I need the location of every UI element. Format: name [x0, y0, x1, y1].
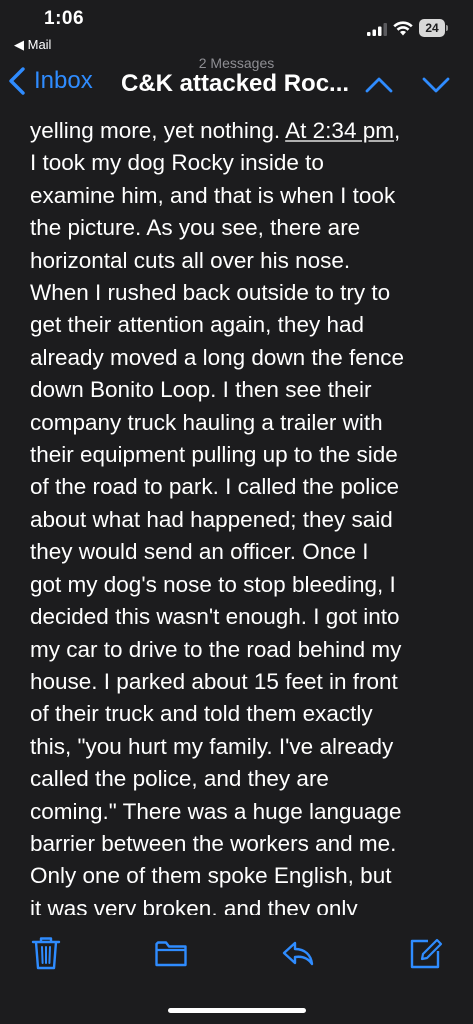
battery-icon: 24 [419, 19, 449, 37]
move-to-folder-button[interactable] [154, 935, 188, 971]
compose-icon [410, 938, 443, 969]
body-line: about what had happened; they said [30, 506, 393, 532]
body-line: yelling more, yet nothing. At 2:34 pm, [30, 118, 401, 143]
cellular-signal-icon [367, 23, 387, 36]
body-line: down Bonito Loop. I then see their [30, 377, 372, 403]
body-line: the picture. As you see, there are [30, 215, 361, 241]
home-indicator[interactable] [168, 1008, 306, 1013]
previous-message-chevron-up-icon[interactable] [364, 74, 394, 96]
body-line: Only one of them spoke English, but [30, 863, 392, 889]
body-line: they would send an officer. Once I [30, 539, 369, 565]
body-line: horizontal cuts all over his nose. [30, 247, 351, 273]
body-line: this, "you hurt my family. I've already [30, 733, 394, 759]
inbox-back-label: Inbox [34, 67, 93, 94]
body-line: of their truck and told them exactly [30, 701, 373, 727]
body-line: my car to drive to the road behind my [30, 636, 402, 662]
body-line: of the road to park. I called the police [30, 474, 399, 500]
body-line: I took my dog Rocky inside to [30, 150, 324, 176]
delete-button[interactable] [29, 935, 63, 971]
back-to-mail-link[interactable]: ◀ Mail [14, 37, 51, 53]
chevron-left-icon [9, 67, 25, 95]
body-line: coming." There was a huge language [30, 798, 402, 824]
email-subject-title: C&K attacked Roc... [121, 70, 350, 97]
folder-icon [155, 941, 187, 967]
email-body-text: yelling more, yet nothing. At 2:34 pm, I… [30, 115, 460, 920]
body-line: called the police, and they are [30, 766, 329, 792]
reply-icon [282, 941, 314, 966]
trash-icon [31, 937, 61, 970]
battery-level: 24 [419, 19, 445, 37]
wifi-icon [393, 21, 413, 36]
body-line: examine him, and that is when I took [30, 182, 396, 208]
body-line: house. I parked about 15 feet in front [30, 668, 398, 694]
time-link[interactable]: At 2:34 pm [285, 118, 394, 143]
body-line: When I rushed back outside to try to [30, 280, 391, 306]
status-bar: 1:06 ◀ Mail 24 [0, 0, 473, 58]
body-line: get their attention again, they had [30, 312, 364, 338]
body-line: got my dog's nose to stop bleeding, I [30, 571, 396, 597]
reply-button[interactable] [281, 935, 315, 971]
body-line: their equipment pulling up to the side [30, 442, 398, 468]
next-message-chevron-down-icon[interactable] [421, 74, 451, 96]
status-time: 1:06 [44, 8, 85, 29]
compose-button[interactable] [409, 935, 443, 971]
body-line: already moved a long down the fence [30, 344, 404, 370]
body-line: barrier between the workers and me. [30, 830, 397, 856]
inbox-back-button[interactable]: Inbox [8, 64, 93, 98]
body-line: company truck hauling a trailer with [30, 409, 383, 435]
body-line: decided this wasn't enough. I got into [30, 604, 400, 630]
navigation-bar: 2 Messages Inbox C&K attacked Roc... [0, 54, 473, 116]
